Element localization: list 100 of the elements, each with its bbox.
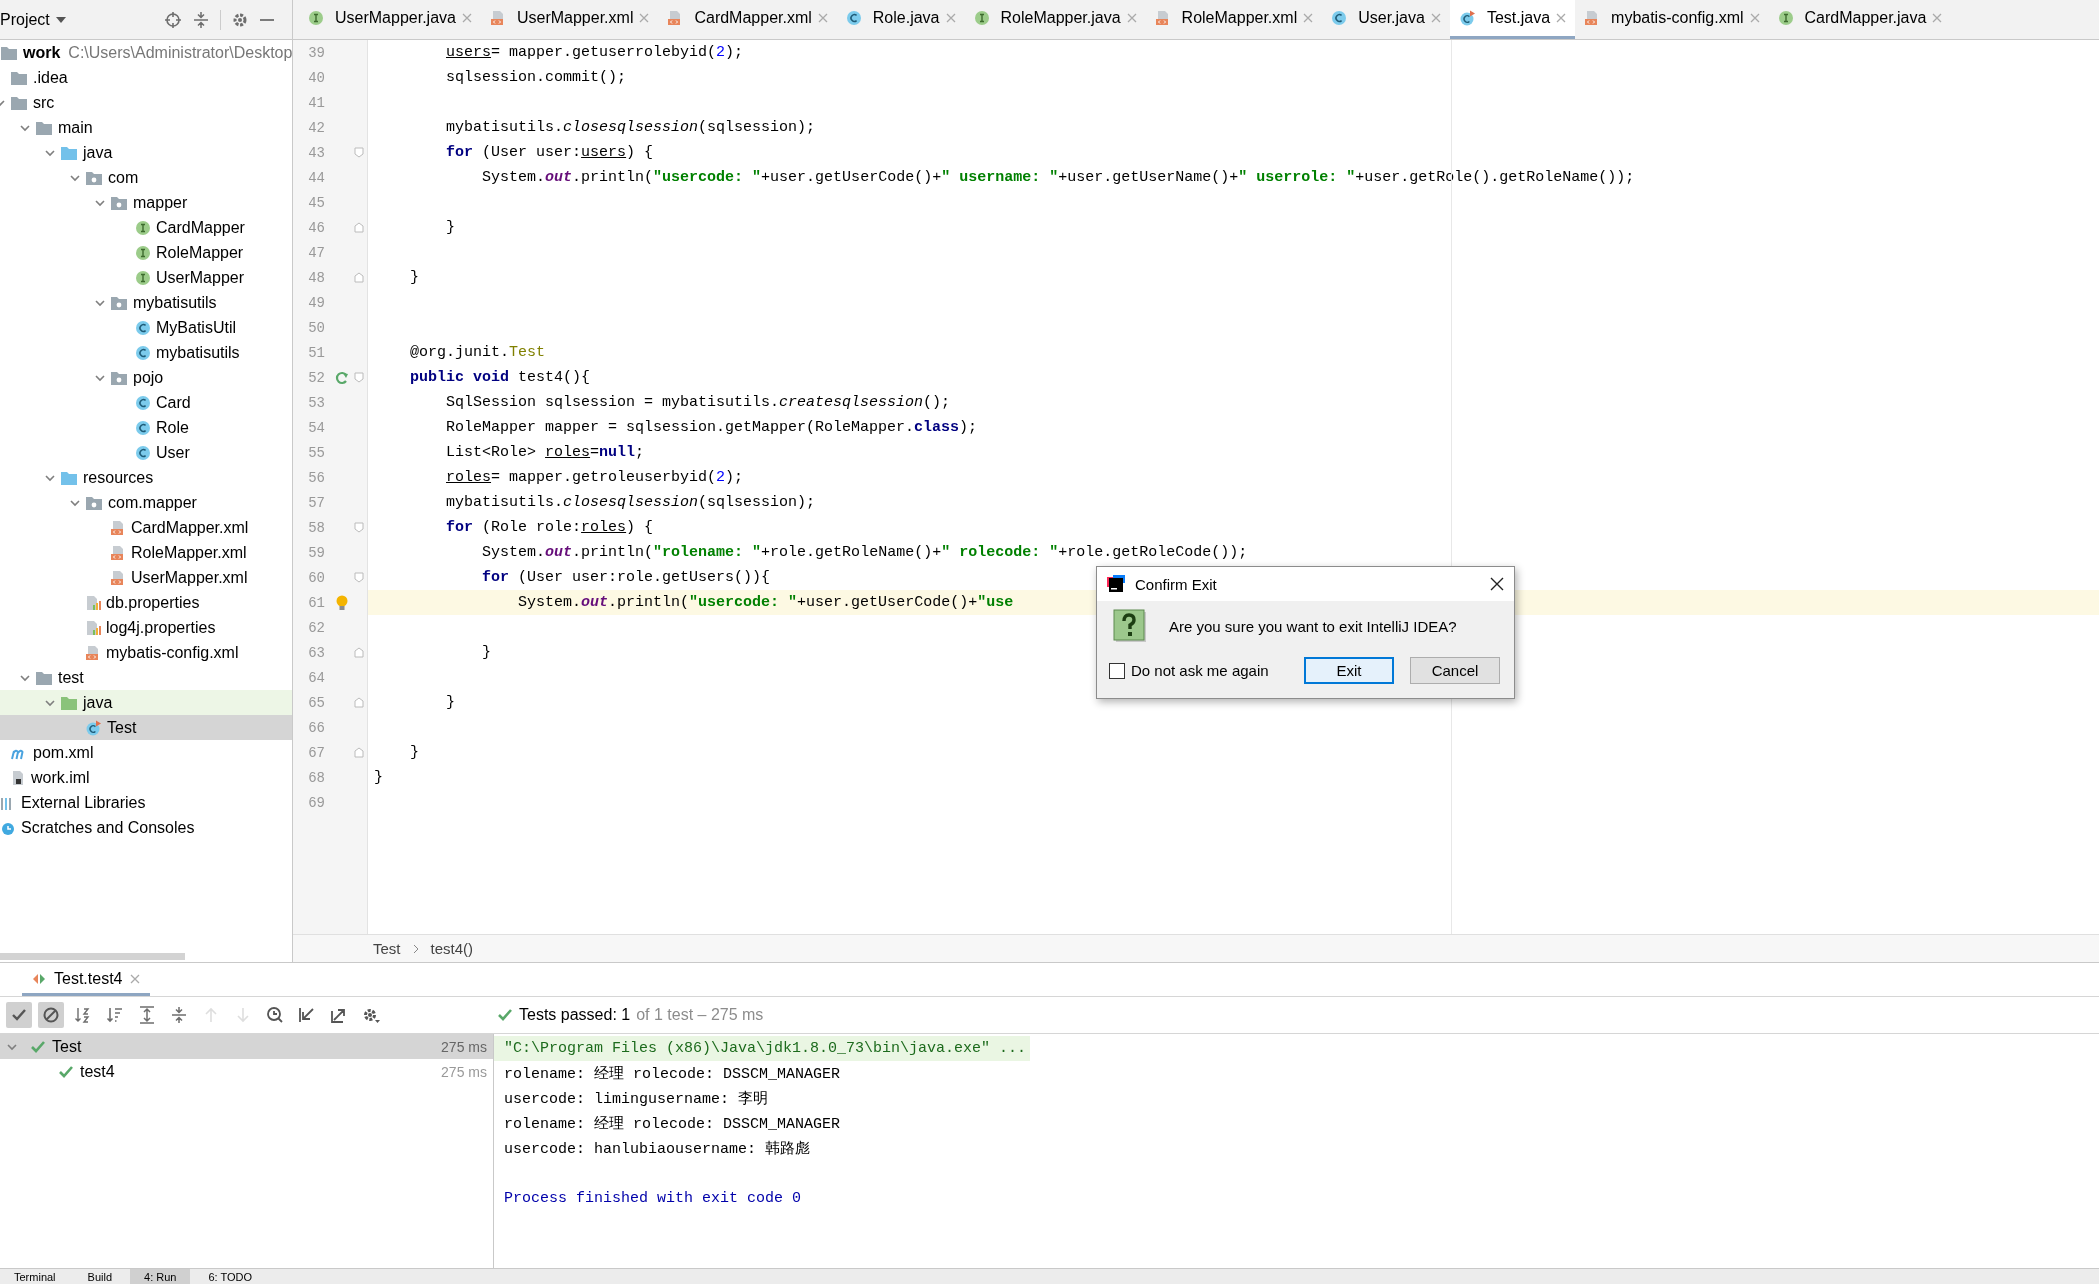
tree-item[interactable]: resources [0,465,292,490]
tool-window-tab[interactable]: 6: TODO [194,1269,267,1284]
tree-item[interactable]: mybatisutils [0,290,292,315]
code-line: System.out.println("usercode: "+user.getUserCode()+"use [517,594,1014,611]
line-number: 55 [307,444,325,461]
test-item[interactable]: test4 275 ms [0,1059,493,1084]
tree-item[interactable]: work C:\Users\Administrator\Desktop [0,40,292,65]
console-line: rolename: 经理 rolecode: DSSCM_MANAGER [503,1065,842,1085]
tree-item[interactable]: Scratches and Consoles [0,815,292,840]
line-number: 59 [307,544,325,561]
run-tab[interactable]: Test.test4 [22,970,151,996]
line-number: 61 [307,594,325,611]
line-number: 44 [307,169,325,186]
tree-item[interactable]: java [0,140,292,165]
tree-item[interactable]: .idea [0,65,292,90]
tree-item[interactable]: mybatisutils [0,340,292,365]
tree-item[interactable]: MyBatisUtil [0,315,292,340]
line-number: 53 [307,394,325,411]
test-item[interactable]: Test 275 ms [0,1034,493,1059]
editor-tab[interactable]: CardMapper.java [1768,0,1952,39]
tree-item[interactable]: mybatis-config.xml [0,640,292,665]
tree-item[interactable]: com [0,165,292,190]
code-line: public void test4(){ [409,369,591,386]
line-number: 50 [307,319,325,336]
editor-tab[interactable]: Test.java [1449,0,1576,39]
line-number: 40 [307,69,325,86]
tree-item[interactable]: db.properties [0,590,292,615]
code-line: for (User user:role.getUsers()){ [481,569,771,586]
line-number: 52 [307,369,325,386]
line-number: 58 [307,519,325,536]
code-line: } [409,744,420,761]
line-number: 41 [307,94,325,111]
tree-item[interactable]: work.iml [0,765,292,790]
code-line: List<Role> roles=null; [445,444,645,461]
code-line: RoleMapper mapper = sqlsession.getMapper(RoleMapper.class); [445,419,978,436]
line-number: 45 [307,194,325,211]
line-number: 56 [307,469,325,486]
editor-tab[interactable]: UserMapper.xml [480,0,659,39]
tool-window-tab[interactable]: 4: Run [130,1269,191,1284]
tree-item[interactable]: UserMapper.xml [0,565,292,590]
tree-item[interactable]: java [0,690,292,715]
editor-tab[interactable]: UserMapper.java [299,0,481,39]
editor-tab[interactable]: mybatis-config.xml [1575,0,1769,39]
tree-item[interactable]: com.mapper [0,490,292,515]
editor-tab[interactable]: CardMapper.xml [658,0,837,39]
dialog-button[interactable]: Cancel [1410,657,1500,684]
dialog-message: Are you sure you want to exit IntelliJ IDEA? [1169,617,1457,635]
tool-window-tab[interactable]: Terminal [0,1269,70,1284]
code-line: users= mapper.getuserrolebyid(2); [445,44,744,61]
line-number: 57 [307,494,325,511]
tree-item[interactable]: test [0,665,292,690]
line-number: 39 [307,44,325,61]
tree-item[interactable]: pom.xml [0,740,292,765]
tree-item[interactable]: mapper [0,190,292,215]
tree-item[interactable]: User [0,440,292,465]
code-line: } [445,694,456,711]
breadcrumb[interactable]: Test [373,940,401,957]
status-text: Tests passed: 1 [519,1006,631,1024]
code-line: sqlsession.commit(); [445,69,627,86]
line-number: 46 [307,219,325,236]
duration-text: 275 ms [441,1063,487,1080]
line-number: 65 [307,694,325,711]
editor-tab[interactable]: User.java [1322,0,1450,39]
tree-item[interactable]: RoleMapper.xml [0,540,292,565]
tree-item[interactable]: RoleMapper [0,240,292,265]
line-number: 64 [307,669,325,686]
code-line: } [445,219,456,236]
tree-item[interactable]: CardMapper.xml [0,515,292,540]
code-line: for (User user:users) { [445,144,654,161]
tree-item[interactable]: Role [0,415,292,440]
checkbox-label[interactable]: Do not ask me again [1131,662,1288,679]
tree-item[interactable]: Card [0,390,292,415]
tool-window-tab[interactable]: Build [73,1269,127,1284]
code-line: mybatisutils.closesqlsession(sqlsession); [445,119,816,136]
code-line: SqlSession sqlsession = mybatisutils.createsqlsession(); [445,394,951,411]
editor-tab[interactable]: Role.java [836,0,965,39]
tree-item[interactable]: UserMapper [0,265,292,290]
console-line: usercode: limingusername: 李明 [503,1089,770,1110]
tree-item[interactable]: main [0,115,292,140]
tree-item[interactable]: src [0,90,292,115]
tree-item[interactable]: CardMapper [0,215,292,240]
tree-item[interactable]: pojo [0,365,292,390]
tree-item[interactable]: External Libraries [0,790,292,815]
breadcrumb[interactable]: test4() [430,940,474,957]
console-line: rolename: 经理 rolecode: DSSCM_MANAGER [503,1115,842,1135]
path-text: C:\Users\Administrator\Desktop [68,43,292,62]
line-number: 49 [307,294,325,311]
code-line: roles= mapper.getroleuserbyid(2); [445,469,744,486]
editor-tab[interactable]: RoleMapper.java [964,0,1146,39]
dialog-button[interactable]: Exit [1304,657,1394,684]
tree-item[interactable]: log4j.properties [0,615,292,640]
line-number: 69 [307,794,325,811]
editor-tab[interactable]: RoleMapper.xml [1145,0,1323,39]
panel-title[interactable]: Project [0,10,66,29]
line-number: 47 [307,244,325,261]
line-number: 63 [307,644,325,661]
tree-item[interactable]: Test [0,715,292,740]
code-line: } [409,269,420,286]
line-number: 51 [307,344,325,361]
code-line: @org.junit.Test [409,344,546,361]
